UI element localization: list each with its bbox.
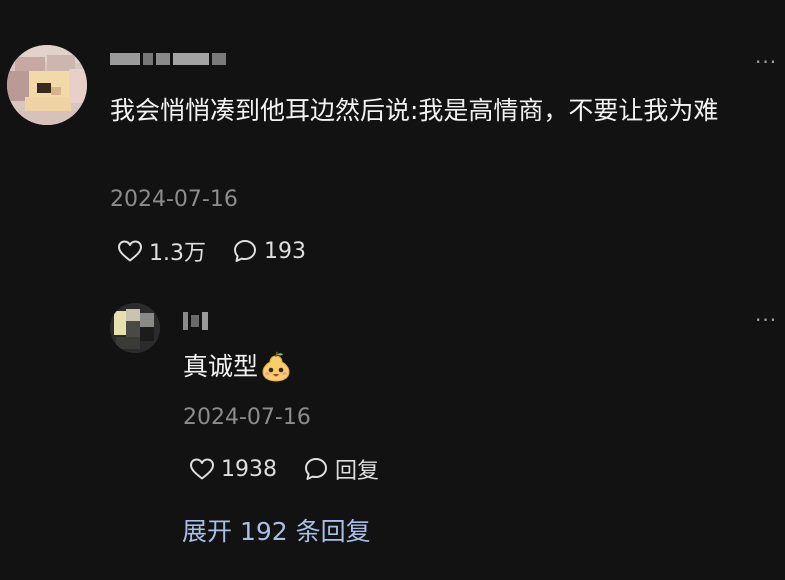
reply-reply-label: 回复 bbox=[335, 459, 380, 484]
comment-like-button[interactable]: 1.3万 bbox=[117, 235, 206, 267]
comment-text: 我会悄悄凑到他耳边然后说:我是高情商，不要让我为难 bbox=[110, 96, 719, 125]
heart-icon bbox=[190, 458, 214, 480]
reply-like-button[interactable]: 1938 bbox=[189, 457, 277, 482]
reply-actions: 1938 回复 bbox=[189, 453, 379, 485]
comment-more-button[interactable]: ··· bbox=[755, 52, 777, 72]
comment-reply-count: 193 bbox=[264, 238, 306, 264]
comment-actions: 1.3万 193 bbox=[117, 235, 306, 267]
comment-reply-button[interactable]: 193 bbox=[232, 238, 306, 264]
reply-text: 真诚型 bbox=[183, 352, 259, 381]
reply-like-count: 1938 bbox=[221, 456, 277, 482]
comment-date: 2024-07-16 bbox=[110, 187, 238, 212]
reply-reply-button[interactable]: 回复 bbox=[303, 453, 379, 485]
chat-bubble-icon bbox=[234, 240, 256, 262]
replier-username-blurred[interactable] bbox=[183, 312, 208, 330]
commenter-avatar[interactable] bbox=[7, 45, 87, 125]
heart-icon bbox=[118, 240, 142, 262]
commenter-username-blurred[interactable] bbox=[110, 53, 226, 65]
expand-replies-link[interactable]: 展开 192 条回复 bbox=[182, 512, 371, 548]
chat-bubble-icon bbox=[305, 458, 327, 480]
pear-face-emoji-icon bbox=[262, 351, 290, 382]
replier-avatar[interactable] bbox=[110, 303, 160, 353]
reply-text-row: 真诚型 bbox=[183, 347, 292, 387]
reply-date: 2024-07-16 bbox=[183, 405, 311, 430]
reply-more-button[interactable]: ··· bbox=[755, 310, 777, 330]
comment-like-count: 1.3万 bbox=[149, 241, 206, 266]
